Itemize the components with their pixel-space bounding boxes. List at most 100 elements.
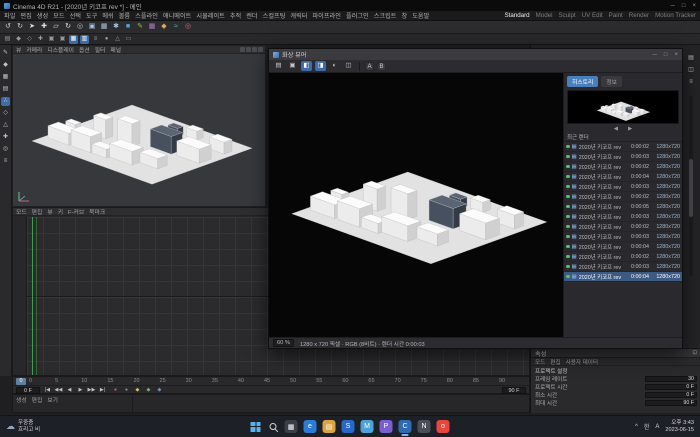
menu-item[interactable]: 렌더: [246, 11, 257, 20]
ime-english-indicator[interactable]: A: [655, 424, 659, 430]
viewport-menu-item[interactable]: 필터: [95, 45, 106, 54]
maximize-button[interactable]: □: [682, 3, 686, 9]
menu-item[interactable]: 캐릭터: [290, 11, 307, 20]
enable-axis-icon[interactable]: ✚: [1, 133, 10, 142]
render-settings-icon[interactable]: ✱: [111, 22, 121, 32]
edges-mode-icon[interactable]: ◇: [1, 109, 10, 118]
menu-item[interactable]: 추적: [230, 11, 241, 20]
menu-item[interactable]: 볼륨: [119, 11, 130, 20]
fcurve-menu-item[interactable]: 모드: [16, 207, 27, 216]
attributes-menu-item[interactable]: 편집: [550, 358, 560, 366]
fcurve-menu-item[interactable]: 북마크: [89, 207, 105, 216]
history-row[interactable]: ▦ 2020년 키코프 rev 0:00:03 1280x720: [564, 262, 682, 272]
viewport-toggle-icon[interactable]: ▦: [69, 35, 78, 44]
attributes-menu-item[interactable]: 모드: [535, 358, 545, 366]
end-frame-field[interactable]: 90 F: [502, 387, 526, 394]
open-folder-icon[interactable]: ▤: [273, 61, 284, 71]
workspace-tab[interactable]: Sculpt: [558, 12, 575, 19]
menu-item[interactable]: 스컬프팅: [263, 11, 286, 20]
menu-item[interactable]: 도구: [86, 11, 97, 20]
make-editable-icon[interactable]: ✎: [1, 49, 10, 58]
notepad-app[interactable]: N: [418, 420, 431, 433]
cinema4d-app[interactable]: C: [399, 420, 412, 433]
single-view-icon[interactable]: ◧: [301, 61, 312, 71]
fcurve-menu-item[interactable]: 뷰: [47, 207, 52, 216]
layout-tab-icon[interactable]: ▤: [687, 54, 696, 63]
workplane-icon[interactable]: ▤: [3, 35, 12, 44]
render-image-area[interactable]: [269, 73, 564, 337]
pv-sidebar-tab[interactable]: 정보: [601, 76, 622, 87]
model-mode-icon[interactable]: ◆: [1, 61, 10, 70]
compare-a-button[interactable]: A: [365, 62, 374, 71]
record-rotation-icon[interactable]: ◆: [154, 387, 165, 393]
compare-view-icon[interactable]: ◨: [315, 61, 326, 71]
menu-item[interactable]: 메쉬: [102, 11, 113, 20]
scrollbar-thumb[interactable]: [689, 159, 693, 217]
move-tool-icon[interactable]: ✚: [39, 22, 49, 32]
simulate-icon[interactable]: ≈: [171, 22, 181, 32]
material-menu-item[interactable]: 편집: [32, 395, 43, 404]
menu-item[interactable]: 파일: [4, 11, 15, 20]
last-tool-icon[interactable]: ◎: [75, 22, 85, 32]
viewport-layout-icon[interactable]: ▥: [80, 35, 89, 44]
snap-icon[interactable]: ≡: [1, 157, 10, 166]
start-button[interactable]: [251, 422, 261, 432]
taskview-app[interactable]: ▦: [285, 420, 298, 433]
history-row[interactable]: ▦ 2020년 키코프 rev 0:00:03 1280x720: [564, 212, 682, 222]
workspace-tab[interactable]: Motion Tracker: [655, 12, 696, 19]
viewport-menu-item[interactable]: 뷰: [16, 45, 21, 54]
photos-app[interactable]: P: [380, 420, 393, 433]
volume-icon[interactable]: ◆: [159, 22, 169, 32]
store-app[interactable]: S: [342, 420, 355, 433]
menu-item[interactable]: 편집: [20, 11, 31, 20]
history-row[interactable]: ▦ 2020년 키코프 rev 0:00:02 1280x720: [564, 192, 682, 202]
mail-app[interactable]: M: [361, 420, 374, 433]
tray-chevron[interactable]: ^: [635, 424, 638, 430]
explorer-app[interactable]: ▤: [323, 420, 336, 433]
snap-toggle-icon[interactable]: ◆: [14, 35, 23, 44]
motion-tracker-icon[interactable]: ◎: [183, 22, 193, 32]
isoline-icon[interactable]: ≡: [91, 35, 100, 44]
attribute-value-field[interactable]: 0 F: [645, 392, 697, 398]
browser-app[interactable]: o: [437, 420, 450, 433]
history-row[interactable]: ▦ 2020년 키코프 rev 0:00:02 1280x720: [564, 222, 682, 232]
material-menu-item[interactable]: 보기: [47, 395, 58, 404]
frame-ruler[interactable]: 051015202530354045505560657075808590: [13, 377, 529, 386]
menu-item[interactable]: 시뮬레이트: [196, 11, 224, 20]
menu-item[interactable]: 플러그인: [346, 11, 369, 20]
current-frame-marker[interactable]: 0: [16, 378, 26, 385]
pv-sidebar-tab[interactable]: 히스토리: [567, 76, 598, 87]
fcurve-menu-item[interactable]: 편집: [32, 207, 43, 216]
picture-viewer-window[interactable]: 화상 뷰어 ─ □ × ▤▣◧◨◐◫ A B 히스토리정보: [268, 48, 683, 349]
search-button[interactable]: [267, 421, 279, 433]
history-row[interactable]: ▦ 2020년 키코프 rev 0:00:03 1280x720: [564, 182, 682, 192]
spline-pen-icon[interactable]: ✎: [135, 22, 145, 32]
modeling-axis-icon[interactable]: ✚: [36, 35, 45, 44]
previous-render-button[interactable]: ◀: [614, 126, 618, 132]
workspace-tab[interactable]: UV Edit: [582, 12, 603, 19]
ime-korean-indicator[interactable]: 한: [644, 422, 650, 431]
play-button-icon[interactable]: ▶: [75, 387, 86, 393]
undo-icon[interactable]: ↺: [3, 22, 13, 32]
history-row[interactable]: ▦ 2020년 키코프 rev 0:00:03 1280x720: [564, 232, 682, 242]
menu-item[interactable]: 도움말: [412, 11, 429, 20]
live-selection-icon[interactable]: ➤: [27, 22, 37, 32]
redo-icon[interactable]: ↻: [15, 22, 25, 32]
rotate-tool-icon[interactable]: ↻: [63, 22, 73, 32]
zoom-level-select[interactable]: 60 %: [273, 339, 294, 347]
workplane-mode-icon[interactable]: ▤: [1, 85, 10, 94]
record-keyframe-icon[interactable]: ●: [110, 387, 121, 393]
points-mode-icon[interactable]: ∴: [1, 97, 10, 106]
quantize-icon[interactable]: ◇: [25, 35, 34, 44]
next-frame-icon[interactable]: ▶▶: [86, 387, 97, 393]
render-preview-thumbnail[interactable]: [567, 90, 679, 124]
coordinates-tab-icon[interactable]: ≡: [687, 78, 696, 87]
lock-icon[interactable]: ⊡: [692, 350, 697, 356]
attributes-menu-item[interactable]: 사용자 데이터: [566, 358, 598, 366]
coordinate-manager[interactable]: [133, 395, 529, 412]
current-frame-line[interactable]: [32, 217, 33, 375]
workspace-tab[interactable]: Standard: [505, 12, 530, 19]
compare-b-button[interactable]: B: [377, 62, 386, 71]
go-to-end-icon[interactable]: ▶|: [97, 387, 108, 393]
menu-item[interactable]: 애니메이트: [163, 11, 191, 20]
